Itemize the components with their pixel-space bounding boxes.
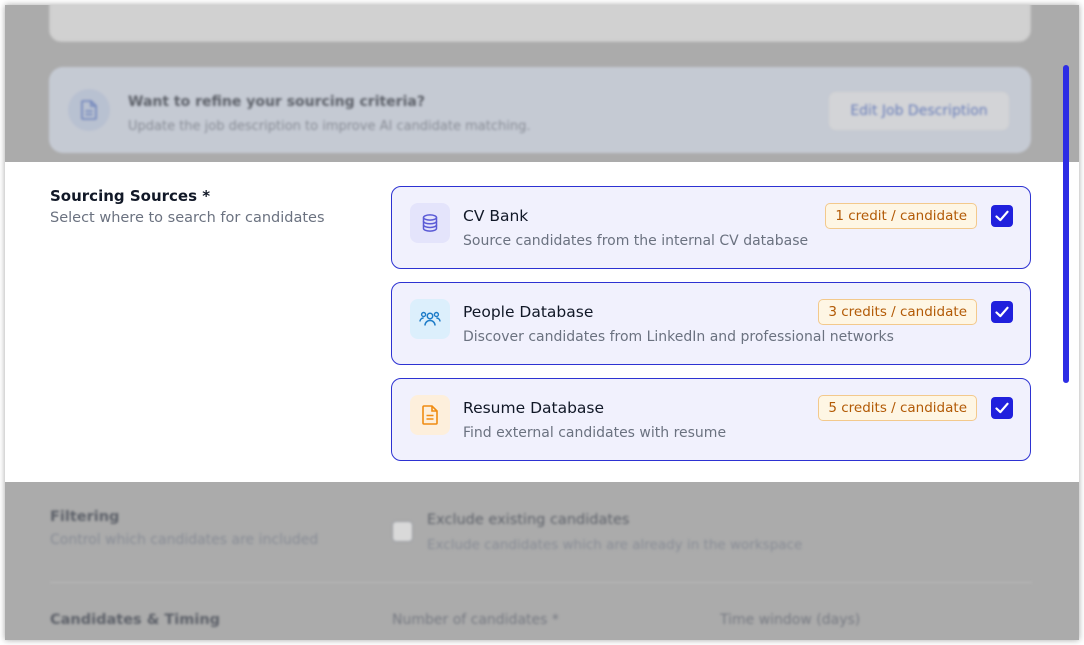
checkmark-icon: [995, 210, 1009, 222]
source-card-people-database[interactable]: People Database Discover candidates from…: [391, 282, 1031, 365]
filtering-title: Filtering: [50, 509, 120, 525]
document-icon: [68, 89, 110, 131]
credit-cost-badge: 3 credits / candidate: [818, 299, 977, 325]
source-name: People Database: [463, 303, 594, 321]
exclude-existing-checkbox[interactable]: [392, 521, 413, 542]
refine-criteria-banner: Want to refine your sourcing criteria? U…: [49, 67, 1031, 153]
sourcing-sources-section: Sourcing Sources * Select where to searc…: [17, 162, 1069, 482]
checkmark-icon: [995, 402, 1009, 414]
source-description: Find external candidates with resume: [463, 425, 727, 441]
section-divider: [50, 582, 1032, 583]
filtering-subtitle: Control which candidates are included: [50, 532, 319, 548]
sourcing-sources-title: Sourcing Sources *: [50, 187, 211, 205]
file-icon: [410, 395, 450, 435]
exclude-existing-description: Exclude candidates which are already in …: [427, 537, 803, 553]
source-description: Source candidates from the internal CV d…: [463, 233, 809, 249]
dimmed-bottom-region: Filtering Control which candidates are i…: [5, 482, 1079, 640]
checkmark-icon: [995, 306, 1009, 318]
refine-banner-subtitle: Update the job description to improve AI…: [128, 119, 531, 134]
source-checkbox-resume-database[interactable]: [991, 397, 1013, 419]
source-card-cv-bank[interactable]: CV Bank Source candidates from the inter…: [391, 186, 1031, 269]
source-checkbox-people-database[interactable]: [991, 301, 1013, 323]
users-icon: [410, 299, 450, 339]
candidates-timing-title: Candidates & Timing: [50, 612, 221, 628]
time-window-label: Time window (days): [720, 612, 861, 628]
dimmed-top-region: Want to refine your sourcing criteria? U…: [5, 5, 1079, 162]
modal-frame: Want to refine your sourcing criteria? U…: [5, 5, 1079, 640]
scrollbar-thumb[interactable]: [1063, 65, 1069, 383]
source-name: Resume Database: [463, 399, 605, 417]
exclude-existing-label: Exclude existing candidates: [427, 512, 630, 528]
database-icon: [410, 203, 450, 243]
credit-cost-badge: 5 credits / candidate: [818, 395, 977, 421]
edit-job-description-button[interactable]: Edit Job Description: [828, 91, 1010, 131]
source-description: Discover candidates from LinkedIn and pr…: [463, 329, 894, 345]
source-checkbox-cv-bank[interactable]: [991, 205, 1013, 227]
source-card-resume-database[interactable]: Resume Database Find external candidates…: [391, 378, 1031, 461]
number-of-candidates-label: Number of candidates *: [392, 612, 559, 628]
refine-banner-title: Want to refine your sourcing criteria?: [128, 94, 425, 110]
sourcing-sources-subtitle: Select where to search for candidates: [50, 210, 325, 226]
source-name: CV Bank: [463, 207, 529, 225]
credit-cost-badge: 1 credit / candidate: [825, 203, 977, 229]
previous-field-card: [49, 5, 1031, 42]
